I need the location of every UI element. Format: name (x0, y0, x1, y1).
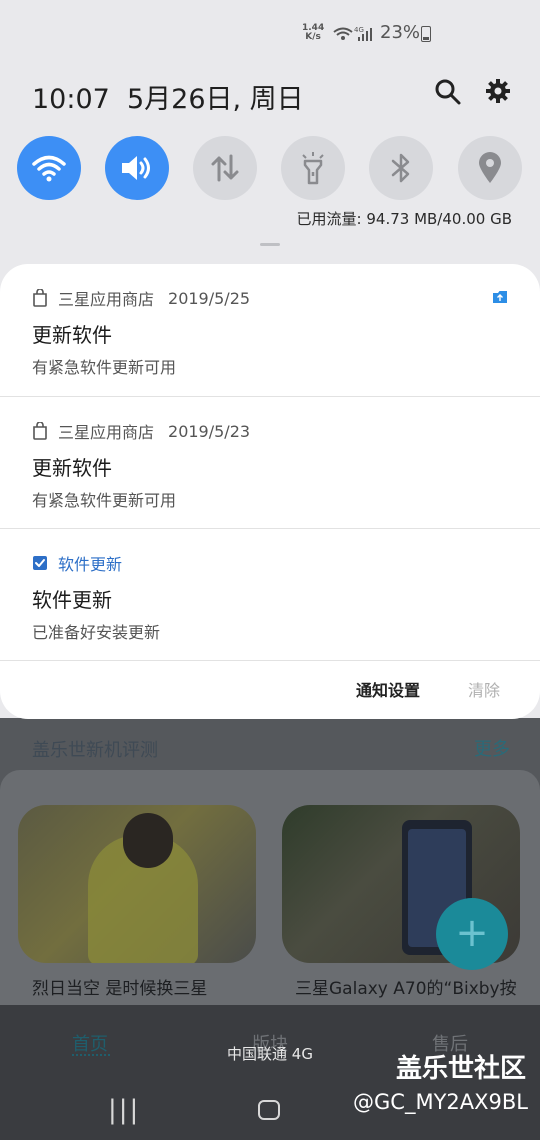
time-date: 10:07 5月26日, 周日 (32, 77, 304, 116)
toggle-wifi[interactable] (17, 136, 81, 200)
location-icon (479, 152, 501, 183)
bg-thumbnail-1 (18, 805, 256, 963)
notification-body: 有紧急软件更新可用 (32, 358, 177, 377)
bluetooth-icon (391, 153, 410, 183)
battery-icon (421, 26, 431, 42)
store-bag-icon (33, 422, 47, 440)
watermark-title: 盖乐世社区 (395, 1054, 526, 1084)
clear-button[interactable]: 清除 (468, 677, 500, 701)
clock-time: 10:07 (32, 84, 110, 115)
notification-date: 2019/5/25 (168, 288, 251, 308)
notification-header: 三星应用商店 2019/5/23 (32, 419, 250, 443)
wifi-icon (32, 155, 66, 182)
bg-card2-caption: 三星Galaxy A70的“Bixby按 (295, 979, 517, 999)
toggle-sound[interactable] (105, 136, 169, 200)
wifi-signal-status-icon: 4G (333, 26, 372, 41)
toggle-bluetooth[interactable] (369, 136, 433, 200)
notification-item[interactable]: 三星应用商店 2019/5/25 更新软件 有紧急软件更新可用 (0, 264, 540, 396)
panel-drag-handle[interactable] (260, 243, 280, 246)
net-speed: 1.44 K/s (302, 24, 324, 42)
data-arrows-icon (211, 154, 239, 182)
notification-body: 已准备好安装更新 (32, 623, 161, 642)
watermark-handle: @GC_MY2AX9BL (353, 1090, 528, 1114)
notification-item[interactable]: 软件更新 软件更新 已准备好安装更新 (0, 529, 540, 661)
notification-item[interactable]: 三星应用商店 2019/5/23 更新软件 有紧急软件更新可用 (0, 397, 540, 529)
bg-card1-caption: 烈日当空 是时候换三星 (32, 979, 208, 999)
notification-app-name: 三星应用商店 (58, 423, 155, 442)
toggle-flashlight[interactable] (281, 136, 345, 200)
secure-folder-icon (493, 291, 507, 303)
search-icon[interactable] (434, 78, 462, 106)
home-button[interactable] (258, 1100, 280, 1120)
store-bag-icon (33, 289, 47, 307)
sound-icon (122, 156, 150, 180)
data-usage-label: 已用流量: 94.73 MB/40.00 GB (296, 210, 512, 228)
notification-app-name: 软件更新 (58, 555, 123, 574)
bg-more-link: 更多 (474, 739, 510, 760)
notification-panel: 三星应用商店 2019/5/25 更新软件 有紧急软件更新可用 三星应用商店 2… (0, 264, 540, 719)
notification-title: 更新软件 (32, 456, 112, 480)
notification-app-name: 三星应用商店 (58, 290, 155, 309)
notification-header: 软件更新 (32, 551, 122, 575)
toggle-mobile-data[interactable] (193, 136, 257, 200)
notification-title: 软件更新 (32, 588, 112, 612)
add-fab-button: + (436, 898, 508, 970)
notification-title: 更新软件 (32, 323, 112, 347)
toggle-location[interactable] (458, 136, 522, 200)
recent-apps-button[interactable]: ||| (108, 1095, 140, 1125)
checkbox-icon (33, 556, 47, 570)
gear-icon[interactable] (485, 78, 511, 104)
notification-header: 三星应用商店 2019/5/25 (32, 286, 250, 310)
notification-body: 有紧急软件更新可用 (32, 491, 177, 510)
flashlight-icon (302, 152, 324, 185)
panel-actions: 通知设置 清除 (0, 661, 540, 719)
clock-date: 5月26日, 周日 (126, 84, 304, 115)
bg-section-title: 盖乐世新机评测 (32, 740, 158, 761)
net-speed-unit: K/s (305, 32, 321, 42)
svg-text:4G: 4G (354, 26, 364, 34)
notification-settings-button[interactable]: 通知设置 (356, 677, 420, 701)
battery-percent: 23% (380, 22, 421, 43)
notification-date: 2019/5/23 (168, 421, 251, 441)
